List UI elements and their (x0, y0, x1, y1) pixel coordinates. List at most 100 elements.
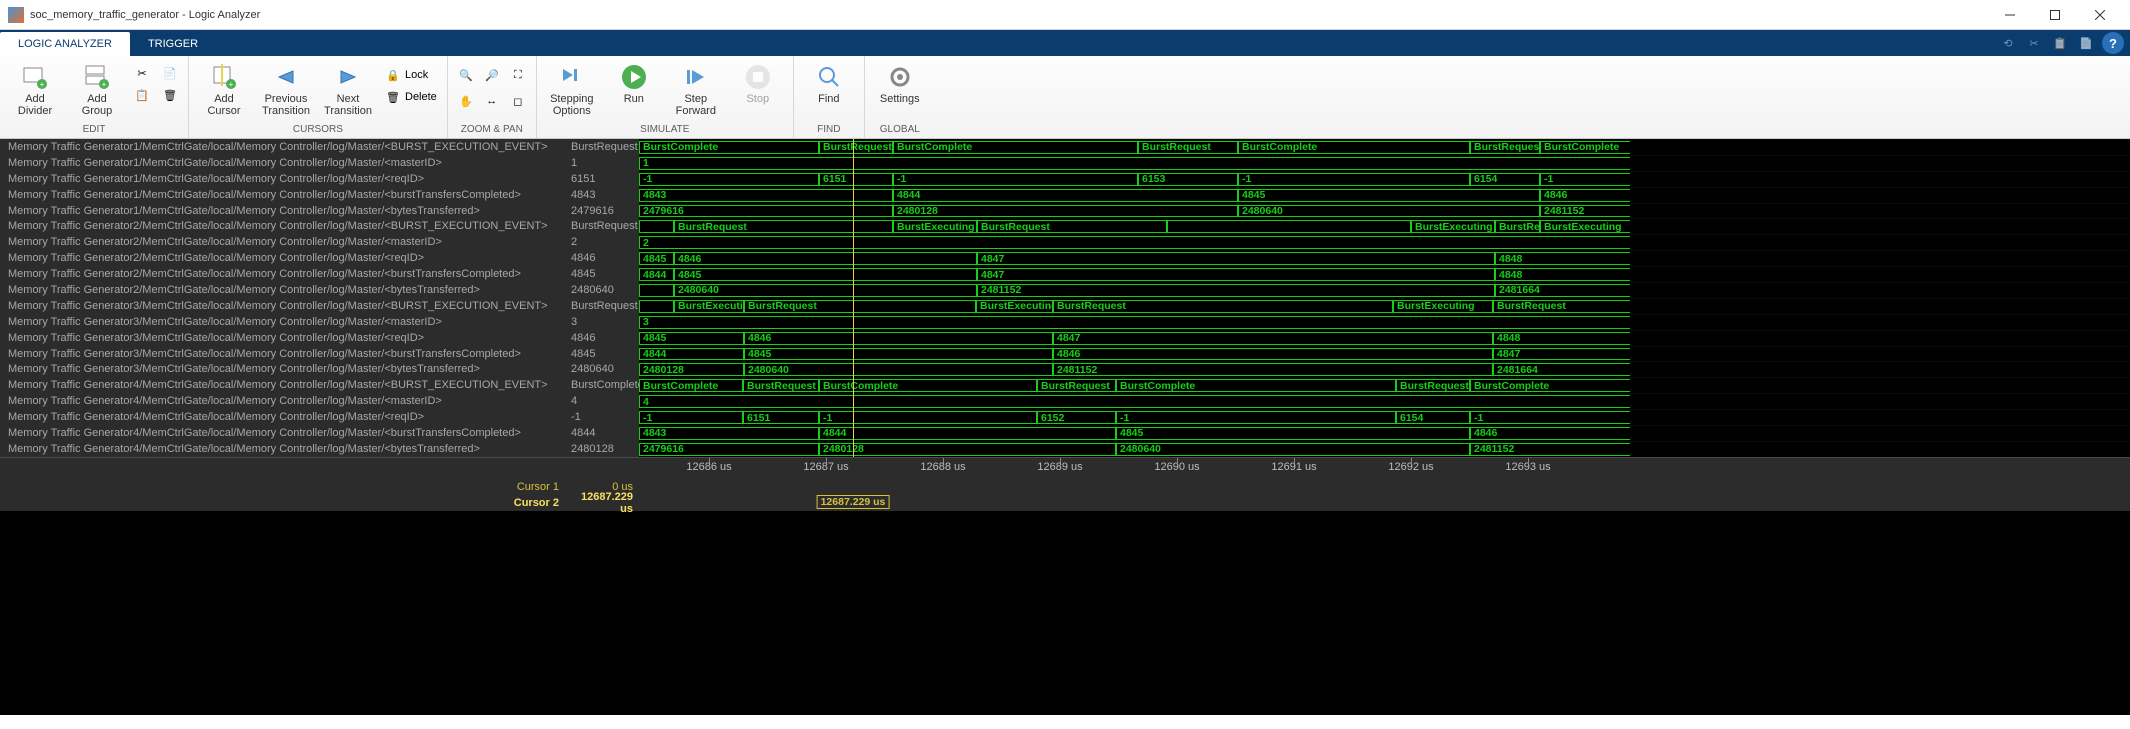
signal-name[interactable]: Memory Traffic Generator3/MemCtrlGate/lo… (0, 363, 567, 375)
signal-waveform[interactable]: 248064024811522481664 (639, 282, 2130, 298)
signal-waveform[interactable]: 2479616248012824806402481152 (639, 203, 2130, 219)
signal-waveform[interactable]: 4843484448454846 (639, 187, 2130, 203)
signal-row[interactable]: Memory Traffic Generator4/MemCtrlGate/lo… (0, 425, 2130, 441)
minimize-button[interactable] (1987, 1, 2032, 29)
signal-row[interactable]: Memory Traffic Generator2/MemCtrlGate/lo… (0, 250, 2130, 266)
qat-icon-3[interactable]: 📋 (2050, 33, 2070, 53)
signal-waveform[interactable]: BurstCompleteBurstRequestBurstCompleteBu… (639, 139, 2130, 155)
signal-waveform[interactable]: BurstRequestBurstExecutingBurstRequestBu… (639, 218, 2130, 234)
signal-row[interactable]: Memory Traffic Generator1/MemCtrlGate/lo… (0, 203, 2130, 219)
signal-row[interactable]: Memory Traffic Generator2/MemCtrlGate/lo… (0, 218, 2130, 234)
copy-button[interactable]: 📋 (130, 85, 154, 105)
add-group-button[interactable]: + Add Group (68, 59, 126, 121)
signal-name[interactable]: Memory Traffic Generator4/MemCtrlGate/lo… (0, 427, 567, 439)
signal-waveform[interactable]: 4844484548474848 (639, 266, 2130, 282)
cut-button[interactable]: ✂ (130, 63, 154, 83)
signal-waveform[interactable]: 3 (639, 314, 2130, 330)
signal-name[interactable]: Memory Traffic Generator3/MemCtrlGate/lo… (0, 300, 567, 312)
lock-button[interactable]: 🔒 Lock (381, 65, 441, 85)
signal-name[interactable]: Memory Traffic Generator1/MemCtrlGate/lo… (0, 157, 567, 169)
signal-row[interactable]: Memory Traffic Generator3/MemCtrlGate/lo… (0, 361, 2130, 377)
signal-name[interactable]: Memory Traffic Generator1/MemCtrlGate/lo… (0, 141, 567, 153)
signal-name[interactable]: Memory Traffic Generator2/MemCtrlGate/lo… (0, 220, 567, 232)
signal-row[interactable]: Memory Traffic Generator2/MemCtrlGate/lo… (0, 234, 2130, 250)
signal-name[interactable]: Memory Traffic Generator4/MemCtrlGate/lo… (0, 411, 567, 423)
delete-cursor-button[interactable]: 🗑 Delete (381, 87, 441, 107)
zoom-out-button[interactable]: 🔎 (480, 63, 504, 87)
signal-row[interactable]: Memory Traffic Generator1/MemCtrlGate/lo… (0, 139, 2130, 155)
signal-row[interactable]: Memory Traffic Generator3/MemCtrlGate/lo… (0, 314, 2130, 330)
signal-name[interactable]: Memory Traffic Generator4/MemCtrlGate/lo… (0, 395, 567, 407)
waveform-segment: 4843 (639, 189, 893, 202)
signal-name[interactable]: Memory Traffic Generator1/MemCtrlGate/lo… (0, 205, 567, 217)
signal-name[interactable]: Memory Traffic Generator1/MemCtrlGate/lo… (0, 189, 567, 201)
run-button[interactable]: Run (605, 59, 663, 109)
signal-waveform[interactable]: 4845484648474848 (639, 250, 2130, 266)
signal-name[interactable]: Memory Traffic Generator2/MemCtrlGate/lo… (0, 284, 567, 296)
delete-sig-button[interactable]: 🗑 (158, 85, 182, 105)
close-button[interactable] (2077, 1, 2122, 29)
pan-button[interactable]: ✋ (454, 89, 478, 113)
signal-name[interactable]: Memory Traffic Generator3/MemCtrlGate/lo… (0, 316, 567, 328)
qat-icon-4[interactable]: 📄 (2076, 33, 2096, 53)
tab-logic-analyzer[interactable]: LOGIC ANALYZER (0, 32, 130, 56)
waveform-segment: 4848 (1493, 332, 1630, 345)
signal-waveform[interactable]: 1 (639, 155, 2130, 171)
signal-waveform[interactable]: 2480128248064024811522481664 (639, 361, 2130, 377)
signal-waveform[interactable]: 4845484648474848 (639, 330, 2130, 346)
qat-icon-2[interactable]: ✂ (2024, 33, 2044, 53)
previous-transition-button[interactable]: Previous Transition (257, 59, 315, 121)
next-transition-button[interactable]: Next Transition (319, 59, 377, 121)
cursor2-marker[interactable]: 12687.229 us (817, 495, 890, 509)
signal-name[interactable]: Memory Traffic Generator3/MemCtrlGate/lo… (0, 332, 567, 344)
signal-name[interactable]: Memory Traffic Generator4/MemCtrlGate/lo… (0, 379, 567, 391)
step-forward-button[interactable]: Step Forward (667, 59, 725, 121)
signal-row[interactable]: Memory Traffic Generator2/MemCtrlGate/lo… (0, 282, 2130, 298)
signal-name[interactable]: Memory Traffic Generator3/MemCtrlGate/lo… (0, 348, 567, 360)
signal-waveform[interactable]: 4 (639, 393, 2130, 409)
signal-waveform[interactable]: 2479616248012824806402481152 (639, 441, 2130, 457)
zoom-cursor-button[interactable]: ◻ (506, 89, 530, 113)
signal-waveform[interactable]: 4844484548464847 (639, 346, 2130, 362)
tab-trigger[interactable]: TRIGGER (130, 32, 216, 56)
help-button[interactable]: ? (2102, 32, 2124, 54)
signal-row[interactable]: Memory Traffic Generator1/MemCtrlGate/lo… (0, 171, 2130, 187)
signal-waveform[interactable]: BurstCompleteBurstRequestBurstCompleteBu… (639, 377, 2130, 393)
signal-name[interactable]: Memory Traffic Generator2/MemCtrlGate/lo… (0, 268, 567, 280)
signal-waveform[interactable]: -16151-16152-16154-1 (639, 409, 2130, 425)
signal-row[interactable]: Memory Traffic Generator4/MemCtrlGate/lo… (0, 377, 2130, 393)
qat-icon-1[interactable]: ⟲ (1998, 33, 2018, 53)
fit-button[interactable]: ⛶ (506, 63, 530, 87)
zoom-in-button[interactable]: 🔍 (454, 63, 478, 87)
signal-row[interactable]: Memory Traffic Generator3/MemCtrlGate/lo… (0, 330, 2130, 346)
signal-row[interactable]: Memory Traffic Generator1/MemCtrlGate/lo… (0, 155, 2130, 171)
add-cursor-button[interactable]: + Add Cursor (195, 59, 253, 121)
signal-waveform[interactable]: BurstExecutingBurstRequestBurstExecuting… (639, 298, 2130, 314)
waveform-segment: 6153 (1138, 173, 1238, 186)
signal-name[interactable]: Memory Traffic Generator2/MemCtrlGate/lo… (0, 236, 567, 248)
signal-waveform[interactable]: 2 (639, 234, 2130, 250)
add-divider-button[interactable]: + Add Divider (6, 59, 64, 121)
signal-name[interactable]: Memory Traffic Generator2/MemCtrlGate/lo… (0, 252, 567, 264)
waveform-segment: 4845 (1116, 427, 1470, 440)
signal-waveform[interactable]: 4843484448454846 (639, 425, 2130, 441)
signal-row[interactable]: Memory Traffic Generator4/MemCtrlGate/lo… (0, 441, 2130, 457)
stop-button[interactable]: Stop (729, 59, 787, 109)
paste-button[interactable]: 📄 (158, 63, 182, 83)
waveform-area[interactable]: Memory Traffic Generator1/MemCtrlGate/lo… (0, 139, 2130, 457)
find-button[interactable]: Find (800, 59, 858, 109)
signal-row[interactable]: Memory Traffic Generator3/MemCtrlGate/lo… (0, 298, 2130, 314)
maximize-button[interactable] (2032, 1, 2077, 29)
zoom-x-button[interactable]: ↔ (480, 89, 504, 113)
stepping-options-button[interactable]: Stepping Options (543, 59, 601, 121)
signal-waveform[interactable]: -16151-16153-16154-1 (639, 171, 2130, 187)
waveform-segment: BurstRequest (1493, 300, 1630, 313)
signal-row[interactable]: Memory Traffic Generator4/MemCtrlGate/lo… (0, 393, 2130, 409)
signal-row[interactable]: Memory Traffic Generator1/MemCtrlGate/lo… (0, 187, 2130, 203)
settings-button[interactable]: Settings (871, 59, 929, 109)
signal-name[interactable]: Memory Traffic Generator1/MemCtrlGate/lo… (0, 173, 567, 185)
signal-row[interactable]: Memory Traffic Generator2/MemCtrlGate/lo… (0, 266, 2130, 282)
signal-name[interactable]: Memory Traffic Generator4/MemCtrlGate/lo… (0, 443, 567, 455)
signal-row[interactable]: Memory Traffic Generator4/MemCtrlGate/lo… (0, 409, 2130, 425)
signal-row[interactable]: Memory Traffic Generator3/MemCtrlGate/lo… (0, 346, 2130, 362)
